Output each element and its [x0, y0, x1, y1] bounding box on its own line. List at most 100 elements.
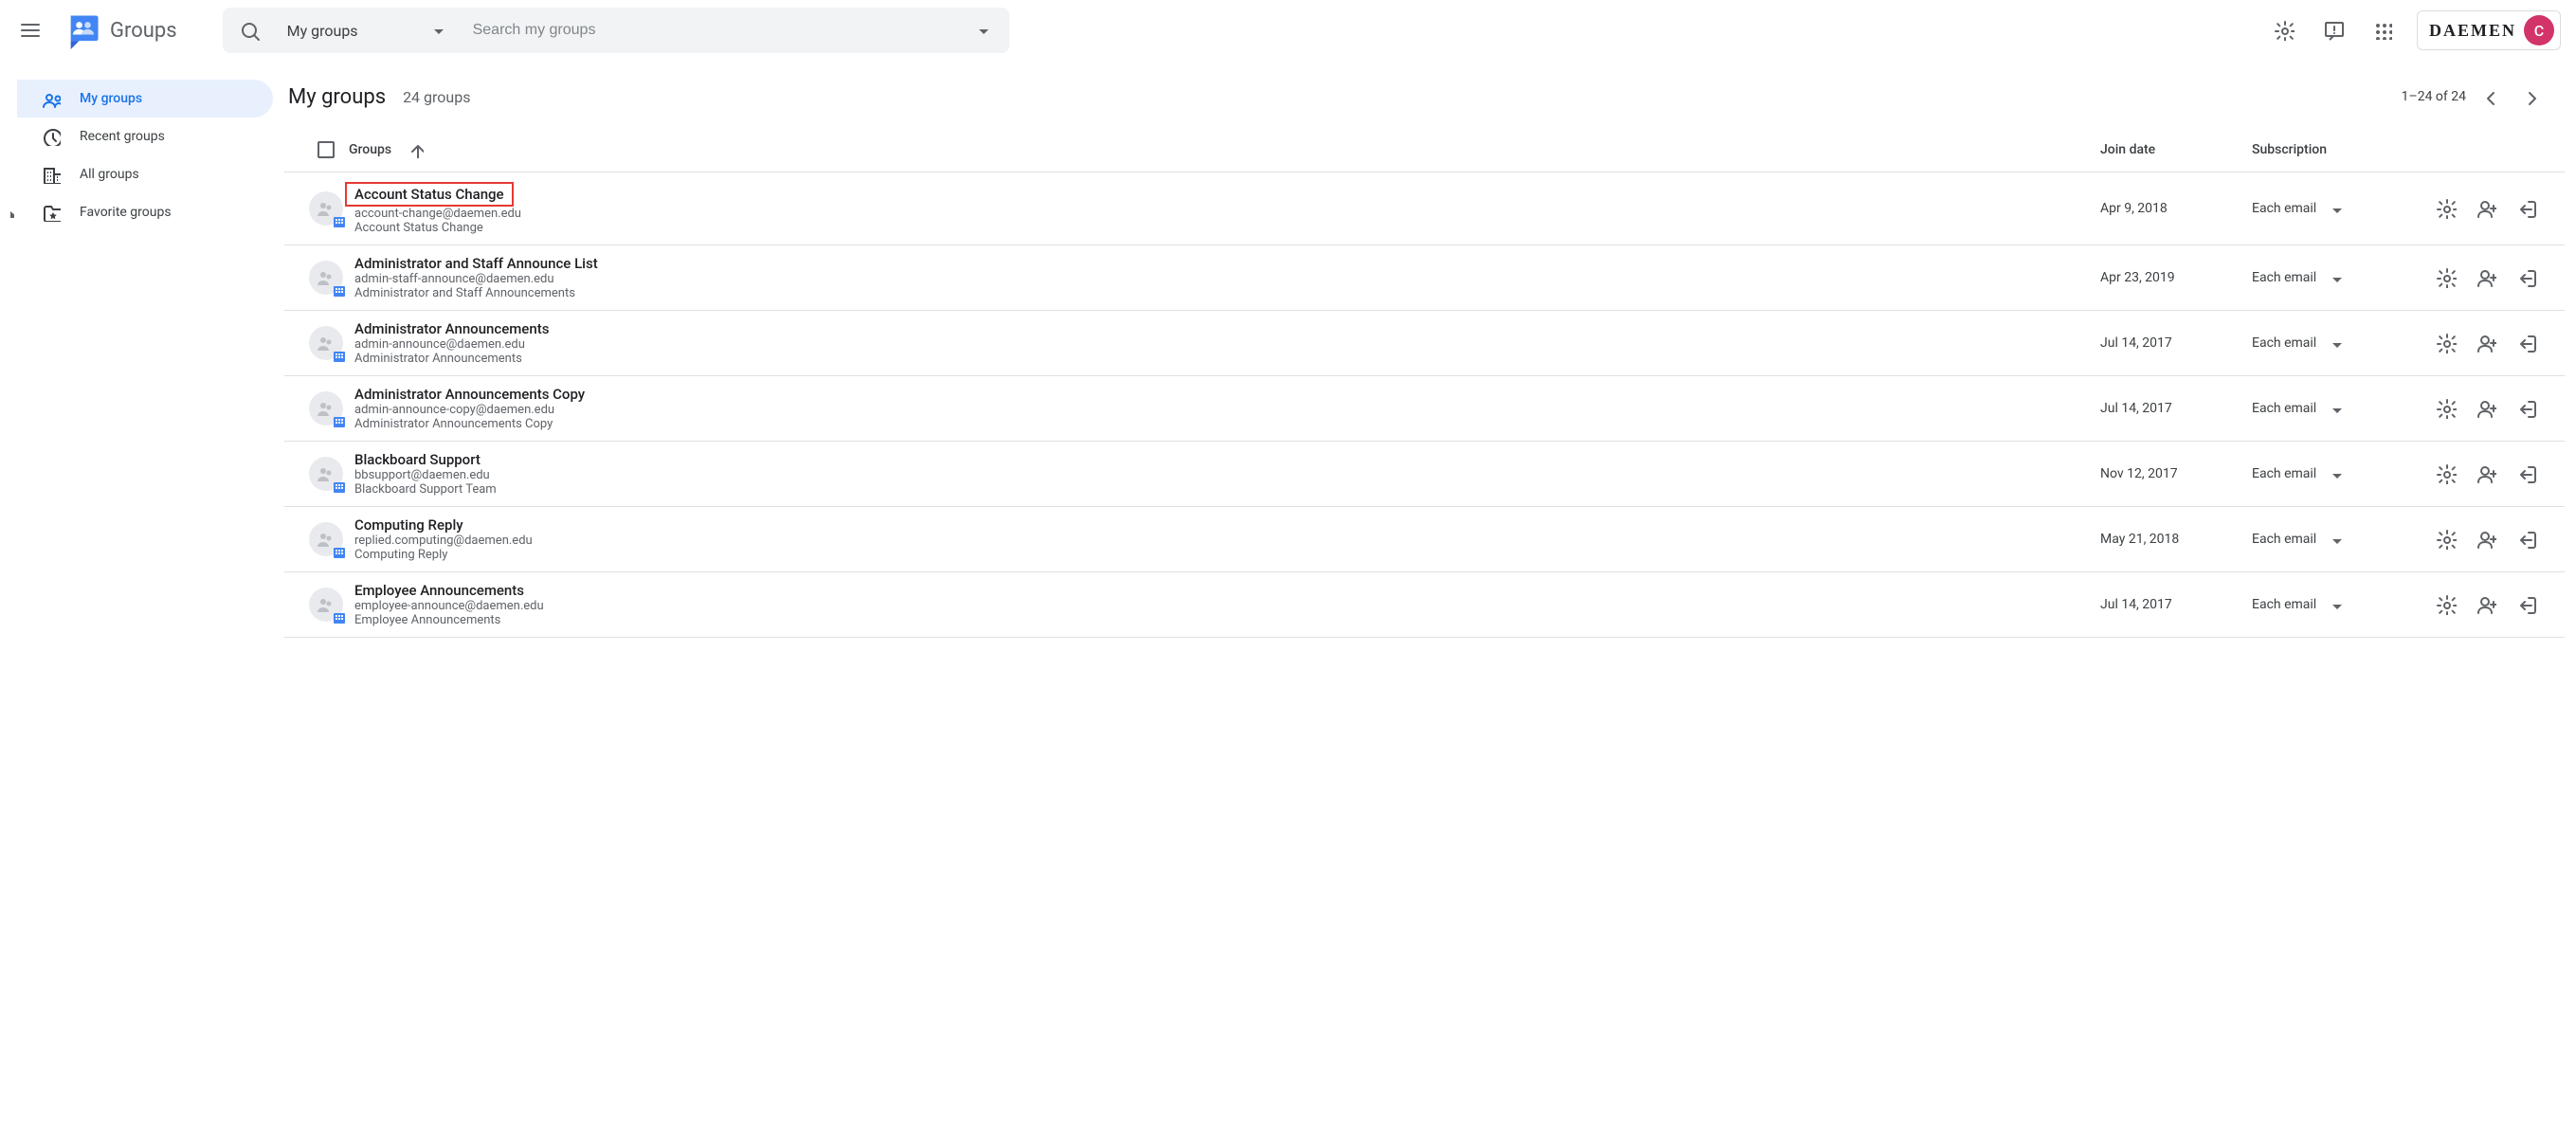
sidebar-item-favorite-groups[interactable]: Favorite groups	[17, 193, 273, 231]
org-badge-icon	[332, 412, 347, 427]
group-settings-button[interactable]	[2436, 333, 2457, 353]
join-date: Nov 12, 2017	[2100, 466, 2252, 481]
gear-icon	[2436, 463, 2457, 484]
caret-down-icon	[2328, 532, 2343, 547]
leave-icon	[2515, 463, 2536, 484]
leave-group-button[interactable]	[2515, 529, 2536, 550]
subscription-dropdown[interactable]: Each email	[2252, 401, 2385, 416]
group-settings-button[interactable]	[2436, 594, 2457, 615]
row-actions	[2385, 333, 2565, 353]
org-badge-icon	[332, 347, 347, 362]
group-name[interactable]: Account Status Change	[345, 182, 514, 207]
leave-group-button[interactable]	[2515, 333, 2536, 353]
add-member-button[interactable]	[2476, 529, 2496, 550]
add-member-button[interactable]	[2476, 333, 2496, 353]
sidebar-item-all-groups[interactable]: All groups	[17, 155, 273, 193]
join-date: Jul 14, 2017	[2100, 335, 2252, 351]
leave-group-button[interactable]	[2515, 267, 2536, 288]
expand-caret[interactable]	[0, 207, 17, 218]
search-scope-dropdown[interactable]: My groups	[268, 22, 458, 40]
apps-button[interactable]	[2360, 8, 2405, 53]
group-row[interactable]: Computing Replyreplied.computing@daemen.…	[284, 507, 2565, 572]
group-name[interactable]: Administrator and Staff Announce List	[354, 255, 598, 272]
account-switcher[interactable]: DAEMEN C	[2417, 10, 2561, 50]
gear-icon	[2436, 594, 2457, 615]
caret-down-icon	[2328, 401, 2343, 416]
caret-down-icon	[2328, 270, 2343, 285]
leave-group-button[interactable]	[2515, 463, 2536, 484]
group-name[interactable]: Administrator Announcements Copy	[354, 386, 585, 403]
person-add-icon	[2476, 529, 2496, 550]
subscription-dropdown[interactable]: Each email	[2252, 597, 2385, 612]
clock-icon	[42, 127, 61, 146]
subscription-dropdown[interactable]: Each email	[2252, 270, 2385, 285]
group-name[interactable]: Employee Announcements	[354, 582, 524, 599]
group-email: admin-announce-copy@daemen.edu	[354, 403, 2100, 417]
settings-button[interactable]	[2261, 8, 2307, 53]
apps-icon	[2373, 21, 2392, 40]
leave-group-button[interactable]	[2515, 594, 2536, 615]
sidebar-item-recent-groups[interactable]: Recent groups	[17, 118, 273, 155]
main-menu-button[interactable]	[8, 8, 53, 53]
search-input[interactable]	[458, 22, 964, 39]
group-count: 24 groups	[403, 88, 470, 106]
group-name[interactable]: Blackboard Support	[354, 451, 481, 468]
arrow-up-icon	[407, 141, 424, 158]
groups-icon	[42, 89, 61, 108]
subscription-dropdown[interactable]: Each email	[2252, 335, 2385, 351]
group-row[interactable]: Blackboard Supportbbsupport@daemen.eduBl…	[284, 442, 2565, 507]
subscription-dropdown[interactable]: Each email	[2252, 532, 2385, 547]
search-scope-label: My groups	[287, 22, 358, 40]
add-member-button[interactable]	[2476, 198, 2496, 219]
caret-right-icon	[3, 207, 14, 218]
person-add-icon	[2476, 463, 2496, 484]
add-member-button[interactable]	[2476, 398, 2496, 419]
caret-down-icon	[2328, 597, 2343, 612]
leave-icon	[2515, 333, 2536, 353]
group-settings-button[interactable]	[2436, 463, 2457, 484]
next-page-button[interactable]	[2512, 78, 2549, 116]
leave-icon	[2515, 398, 2536, 419]
product-name: Groups	[110, 19, 177, 43]
group-settings-button[interactable]	[2436, 198, 2457, 219]
group-description: Administrator and Staff Announcements	[354, 286, 2100, 300]
group-settings-button[interactable]	[2436, 529, 2457, 550]
group-info: Administrator Announcementsadmin-announc…	[349, 320, 2100, 366]
add-member-button[interactable]	[2476, 594, 2496, 615]
feedback-button[interactable]	[2311, 8, 2356, 53]
leave-group-button[interactable]	[2515, 398, 2536, 419]
person-add-icon	[2476, 267, 2496, 288]
group-settings-button[interactable]	[2436, 267, 2457, 288]
search-options-dropdown[interactable]	[964, 22, 1002, 39]
column-groups-header[interactable]: Groups	[349, 141, 2100, 158]
select-all-checkbox[interactable]	[317, 141, 335, 158]
group-description: Employee Announcements	[354, 613, 2100, 627]
column-subscription-header[interactable]: Subscription	[2252, 142, 2565, 157]
prev-page-button[interactable]	[2470, 78, 2508, 116]
group-row[interactable]: Administrator Announcements Copyadmin-an…	[284, 376, 2565, 442]
add-member-button[interactable]	[2476, 267, 2496, 288]
gear-icon	[2274, 20, 2295, 41]
user-avatar: C	[2524, 15, 2554, 45]
group-avatar-wrap	[303, 522, 349, 556]
org-badge-icon	[332, 281, 347, 297]
column-join-header[interactable]: Join date	[2100, 142, 2252, 157]
group-settings-button[interactable]	[2436, 398, 2457, 419]
group-name[interactable]: Administrator Announcements	[354, 320, 549, 337]
product-logo-area[interactable]: Groups	[64, 11, 177, 49]
search-button[interactable]	[230, 20, 268, 41]
column-join-label: Join date	[2100, 142, 2155, 157]
group-row[interactable]: Account Status Changeaccount-change@daem…	[284, 172, 2565, 245]
subscription-dropdown[interactable]: Each email	[2252, 466, 2385, 481]
sidebar-item-my-groups[interactable]: My groups	[17, 80, 273, 118]
subscription-value: Each email	[2252, 466, 2316, 481]
group-name[interactable]: Computing Reply	[354, 516, 463, 534]
group-row[interactable]: Administrator and Staff Announce Listadm…	[284, 245, 2565, 311]
subscription-dropdown[interactable]: Each email	[2252, 201, 2385, 216]
add-member-button[interactable]	[2476, 463, 2496, 484]
leave-group-button[interactable]	[2515, 198, 2536, 219]
join-date: Jul 14, 2017	[2100, 401, 2252, 416]
group-row[interactable]: Employee Announcementsemployee-announce@…	[284, 572, 2565, 638]
person-add-icon	[2476, 398, 2496, 419]
group-row[interactable]: Administrator Announcementsadmin-announc…	[284, 311, 2565, 376]
